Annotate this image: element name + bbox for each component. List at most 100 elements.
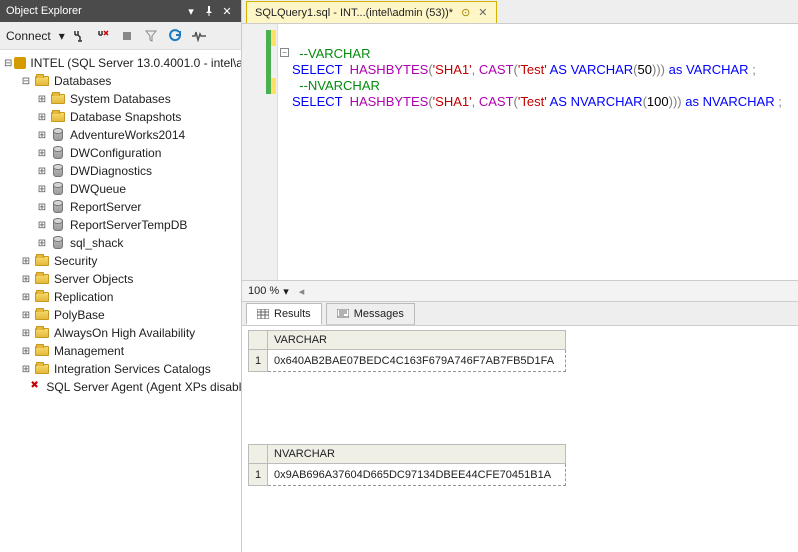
database-icon	[50, 164, 66, 178]
connect-dropdown-icon[interactable]: ▾	[59, 29, 65, 43]
expand-icon[interactable]: ⊞	[36, 147, 48, 159]
expand-icon[interactable]: ⊞	[36, 201, 48, 213]
tree-node-folder[interactable]: ⊞Integration Services Catalogs	[0, 360, 241, 378]
expand-icon[interactable]: ⊞	[36, 183, 48, 195]
document-tabbar: SQLQuery1.sql - INT...(intel\admin (53))…	[242, 0, 798, 24]
tab-results[interactable]: Results	[246, 303, 322, 325]
zoom-step-icon[interactable]: ◂	[299, 285, 305, 298]
server-label: INTEL (SQL Server 13.0.4001.0 - intel\ad	[30, 56, 241, 70]
tree-node-folder[interactable]: ⊞Management	[0, 342, 241, 360]
database-icon	[50, 146, 66, 160]
tree-node-agent[interactable]: ⊞SQL Server Agent (Agent XPs disabl	[0, 378, 241, 396]
folder-icon	[50, 110, 66, 124]
highlight-marker-icon	[271, 30, 276, 46]
database-icon	[50, 200, 66, 214]
server-icon	[14, 56, 26, 70]
folder-icon	[34, 362, 50, 376]
expand-icon[interactable]: ⊞	[20, 273, 32, 285]
agent-disabled-icon	[30, 380, 42, 394]
tree-node-folder[interactable]: ⊞Security	[0, 252, 241, 270]
expand-icon[interactable]: ⊞	[36, 219, 48, 231]
result-grid-1: VARCHAR 1 0x640AB2BAE07BEDC4C163F679A746…	[248, 330, 792, 372]
object-explorer-title: Object Explorer	[6, 5, 181, 17]
tab-label: SQLQuery1.sql - INT...(intel\admin (53))…	[255, 7, 453, 19]
filter-icon[interactable]	[141, 26, 161, 46]
folder-icon	[34, 308, 50, 322]
results-tabbar: Results Messages	[242, 302, 798, 326]
tree-node-db[interactable]: ⊞AdventureWorks2014	[0, 126, 241, 144]
table-row[interactable]: 1 0x9AB696A37604D665DC97134DBEE44CFE7045…	[248, 464, 792, 486]
results-pane[interactable]: VARCHAR 1 0x640AB2BAE07BEDC4C163F679A746…	[242, 326, 798, 552]
table-row[interactable]: 1 0x640AB2BAE07BEDC4C163F679A746F7AB7FB5…	[248, 350, 792, 372]
zoom-value[interactable]: 100 %	[248, 285, 279, 297]
column-header[interactable]: VARCHAR	[268, 330, 566, 350]
result-cell[interactable]: 0x640AB2BAE07BEDC4C163F679A746F7AB7FB5D1…	[268, 350, 566, 372]
expand-icon[interactable]: ⊞	[20, 363, 32, 375]
row-number[interactable]: 1	[248, 464, 268, 486]
database-icon	[50, 182, 66, 196]
expand-icon[interactable]: ⊞	[20, 309, 32, 321]
expand-icon[interactable]: ⊞	[20, 327, 32, 339]
column-header[interactable]: NVARCHAR	[268, 444, 566, 464]
expand-icon[interactable]: ⊞	[36, 93, 48, 105]
row-number[interactable]: 1	[248, 350, 268, 372]
activity-icon[interactable]	[189, 26, 209, 46]
object-explorer-titlebar: Object Explorer ▾ ✕	[0, 0, 241, 22]
result-cell[interactable]: 0x9AB696A37604D665DC97134DBEE44CFE70451B…	[268, 464, 566, 486]
folder-icon	[34, 74, 50, 88]
tree-node-folder[interactable]: ⊞PolyBase	[0, 306, 241, 324]
object-explorer-toolbar: Connect ▾	[0, 22, 241, 50]
collapse-icon[interactable]: ⊟	[20, 75, 32, 87]
sql-editor[interactable]: − --VARCHAR SELECT HASHBYTES('SHA1', CAS…	[242, 24, 798, 280]
expand-icon[interactable]: ⊞	[20, 345, 32, 357]
tree-node-db[interactable]: ⊞ReportServer	[0, 198, 241, 216]
result-grid-2: NVARCHAR 1 0x9AB696A37604D665DC97134DBEE…	[248, 444, 792, 486]
folder-icon	[34, 254, 50, 268]
tree-node-db[interactable]: ⊞sql_shack	[0, 234, 241, 252]
editor-gutter	[242, 24, 278, 280]
tree-node-db[interactable]: ⊞DWConfiguration	[0, 144, 241, 162]
tree-node-server[interactable]: ⊟ INTEL (SQL Server 13.0.4001.0 - intel\a…	[0, 54, 241, 72]
disconnect-icon[interactable]	[93, 26, 113, 46]
tree-node-db[interactable]: ⊞DWQueue	[0, 180, 241, 198]
pin-icon[interactable]	[201, 3, 217, 19]
expand-icon[interactable]: ⊞	[36, 237, 48, 249]
tree-node-folder[interactable]: ⊞AlwaysOn High Availability	[0, 324, 241, 342]
connect-label[interactable]: Connect	[6, 29, 51, 43]
outline-collapse-icon[interactable]: −	[280, 48, 289, 57]
tree-node-databases[interactable]: ⊟ Databases	[0, 72, 241, 90]
tree-node-db[interactable]: ⊞ReportServerTempDB	[0, 216, 241, 234]
close-icon[interactable]: ✕	[219, 3, 235, 19]
tab-sqlquery1[interactable]: SQLQuery1.sql - INT...(intel\admin (53))…	[246, 1, 497, 23]
tree-node-snapshots[interactable]: ⊞Database Snapshots	[0, 108, 241, 126]
collapse-icon[interactable]: ⊟	[4, 57, 12, 69]
databases-label: Databases	[54, 74, 111, 88]
stop-icon[interactable]	[117, 26, 137, 46]
expand-icon[interactable]: ⊞	[36, 111, 48, 123]
grid-header: NVARCHAR	[248, 444, 792, 464]
editor-panel: SQLQuery1.sql - INT...(intel\admin (53))…	[242, 0, 798, 552]
tree-node-folder[interactable]: ⊞Replication	[0, 288, 241, 306]
expand-icon[interactable]: ⊞	[36, 165, 48, 177]
tab-pin-icon[interactable]: ⊙	[461, 6, 470, 19]
object-explorer-tree[interactable]: ⊟ INTEL (SQL Server 13.0.4001.0 - intel\a…	[0, 50, 241, 552]
tree-node-folder[interactable]: ⊞Server Objects	[0, 270, 241, 288]
row-header-corner[interactable]	[248, 444, 268, 464]
tree-node-db[interactable]: ⊞DWDiagnostics	[0, 162, 241, 180]
folder-icon	[50, 92, 66, 106]
expand-icon[interactable]: ⊞	[36, 129, 48, 141]
database-icon	[50, 218, 66, 232]
dropdown-icon[interactable]: ▾	[183, 3, 199, 19]
expand-icon[interactable]: ⊞	[20, 291, 32, 303]
code-content[interactable]: --VARCHAR SELECT HASHBYTES('SHA1', CAST(…	[292, 30, 798, 126]
expand-icon[interactable]: ⊞	[20, 255, 32, 267]
tree-node-sysdb[interactable]: ⊞System Databases	[0, 90, 241, 108]
row-header-corner[interactable]	[248, 330, 268, 350]
refresh-icon[interactable]	[165, 26, 185, 46]
folder-icon	[34, 290, 50, 304]
tab-close-icon[interactable]: ✕	[478, 6, 487, 19]
highlight-marker-icon	[271, 78, 276, 94]
zoom-dropdown-icon[interactable]: ▾	[283, 285, 289, 298]
tab-messages[interactable]: Messages	[326, 303, 415, 325]
connect-icon[interactable]	[69, 26, 89, 46]
